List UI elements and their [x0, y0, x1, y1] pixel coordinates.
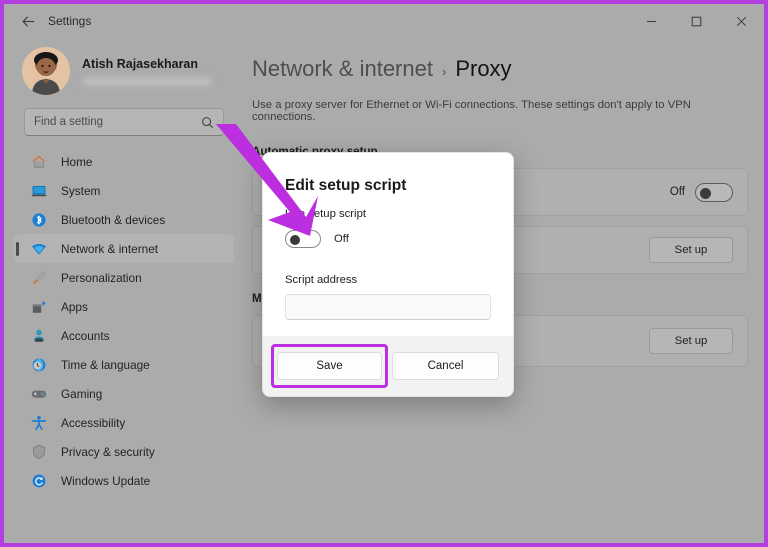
card-controls: Set up — [649, 237, 733, 263]
settings-window: Settings Atish Rajasekharan Find a setti… — [0, 0, 768, 547]
sidebar-item-label: Gaming — [61, 386, 103, 401]
use-setup-script-toggle[interactable] — [285, 230, 321, 248]
card-controls: Set up — [649, 328, 733, 354]
user-profile[interactable]: Atish Rajasekharan — [8, 38, 240, 100]
dialog-body: Edit setup script Use setup script Off S… — [263, 153, 513, 336]
accessibility-icon — [30, 414, 47, 431]
sidebar-item-label: Accounts — [61, 328, 110, 343]
window-controls — [629, 4, 764, 38]
close-icon — [736, 16, 747, 26]
sidebar-item-label: Accessibility — [61, 415, 126, 430]
dialog-title: Edit setup script — [285, 177, 407, 194]
sidebar-item-network-internet[interactable]: Network & internet — [14, 234, 234, 263]
sidebar-item-label: Apps — [61, 299, 88, 314]
sidebar-item-label: Bluetooth & devices — [61, 212, 166, 227]
page-description: Use a proxy server for Ethernet or Wi-Fi… — [252, 99, 691, 123]
sidebar-item-label: Network & internet — [61, 241, 159, 256]
sidebar-item-time-language[interactable]: Time & language — [14, 350, 234, 379]
back-arrow-icon — [21, 15, 34, 27]
bluetooth-icon — [30, 211, 47, 228]
dialog-footer: Save Cancel — [263, 336, 513, 396]
sidebar-item-label: Time & language — [61, 357, 150, 372]
use-setup-script-state-label: Off — [334, 233, 349, 245]
sidebar-item-apps[interactable]: Apps — [14, 292, 234, 321]
minimize-icon — [647, 20, 656, 22]
toggle-state-label: Off — [669, 186, 685, 198]
wifi-icon — [30, 240, 47, 257]
gamepad-icon — [30, 385, 47, 402]
card-controls: Off — [669, 182, 733, 202]
sidebar-item-gaming[interactable]: Gaming — [14, 379, 234, 408]
search-box[interactable] — [24, 108, 224, 136]
script-address-label: Script address — [285, 274, 358, 286]
save-button-highlight: Save — [271, 344, 388, 388]
chevron-right-icon: › — [441, 64, 447, 79]
sidebar-item-accessibility[interactable]: Accessibility — [14, 408, 234, 437]
back-button[interactable] — [12, 7, 44, 35]
sidebar-item-windows-update[interactable]: Windows Update — [14, 466, 234, 495]
save-button[interactable]: Save — [277, 352, 382, 380]
breadcrumb-parent[interactable]: Network & internet — [252, 56, 433, 82]
page-title: Proxy — [455, 56, 512, 81]
shield-icon — [30, 443, 47, 460]
cancel-button[interactable]: Cancel — [392, 352, 499, 380]
sidebar-item-label: Windows Update — [61, 473, 151, 488]
sidebar-item-accounts[interactable]: Accounts — [14, 321, 234, 350]
search-icon — [201, 116, 214, 129]
profile-email-redacted — [82, 76, 212, 86]
sidebar-item-privacy-security[interactable]: Privacy & security — [14, 437, 234, 466]
maximize-icon — [691, 16, 702, 26]
title-bar: Settings — [4, 4, 764, 38]
sidebar-item-label: Home — [61, 154, 93, 169]
sidebar-item-bluetooth-devices[interactable]: Bluetooth & devices — [14, 205, 234, 234]
close-button[interactable] — [719, 4, 764, 38]
breadcrumb: Network & internet › Proxy — [252, 56, 748, 82]
setup-script-button[interactable]: Set up — [649, 237, 733, 263]
automatic-detect-toggle[interactable] — [695, 182, 733, 202]
manual-proxy-setup-button[interactable]: Set up — [649, 328, 733, 354]
sidebar-item-system[interactable]: System — [14, 176, 234, 205]
sidebar: Atish Rajasekharan Find a setting Home S… — [8, 38, 240, 543]
profile-name: Atish Rajasekharan — [82, 56, 199, 71]
titlebar-title: Settings — [48, 14, 92, 28]
home-icon — [30, 153, 47, 170]
paintbrush-icon — [30, 269, 47, 286]
avatar — [22, 47, 70, 95]
update-icon — [30, 472, 47, 489]
search-input[interactable] — [34, 116, 201, 128]
use-setup-script-label: Use setup script — [285, 208, 366, 220]
minimize-button[interactable] — [629, 4, 674, 38]
accounts-icon — [30, 327, 47, 344]
sidebar-item-label: System — [61, 183, 101, 198]
sidebar-item-home[interactable]: Home — [14, 147, 234, 176]
sidebar-item-label: Personalization — [61, 270, 142, 285]
profile-text: Atish Rajasekharan — [82, 57, 212, 86]
sidebar-item-personalization[interactable]: Personalization — [14, 263, 234, 292]
script-address-input[interactable] — [285, 294, 491, 320]
sidebar-item-label: Privacy & security — [61, 444, 155, 459]
edit-setup-script-dialog: Edit setup script Use setup script Off S… — [262, 152, 514, 397]
sidebar-nav: Home System Bluetooth & devices Network … — [8, 147, 240, 495]
avatar-photo-icon — [22, 47, 70, 95]
apps-icon — [30, 298, 47, 315]
system-icon — [30, 182, 47, 199]
use-setup-script-row: Off — [285, 230, 491, 248]
clock-globe-icon — [30, 356, 47, 373]
maximize-button[interactable] — [674, 4, 719, 38]
